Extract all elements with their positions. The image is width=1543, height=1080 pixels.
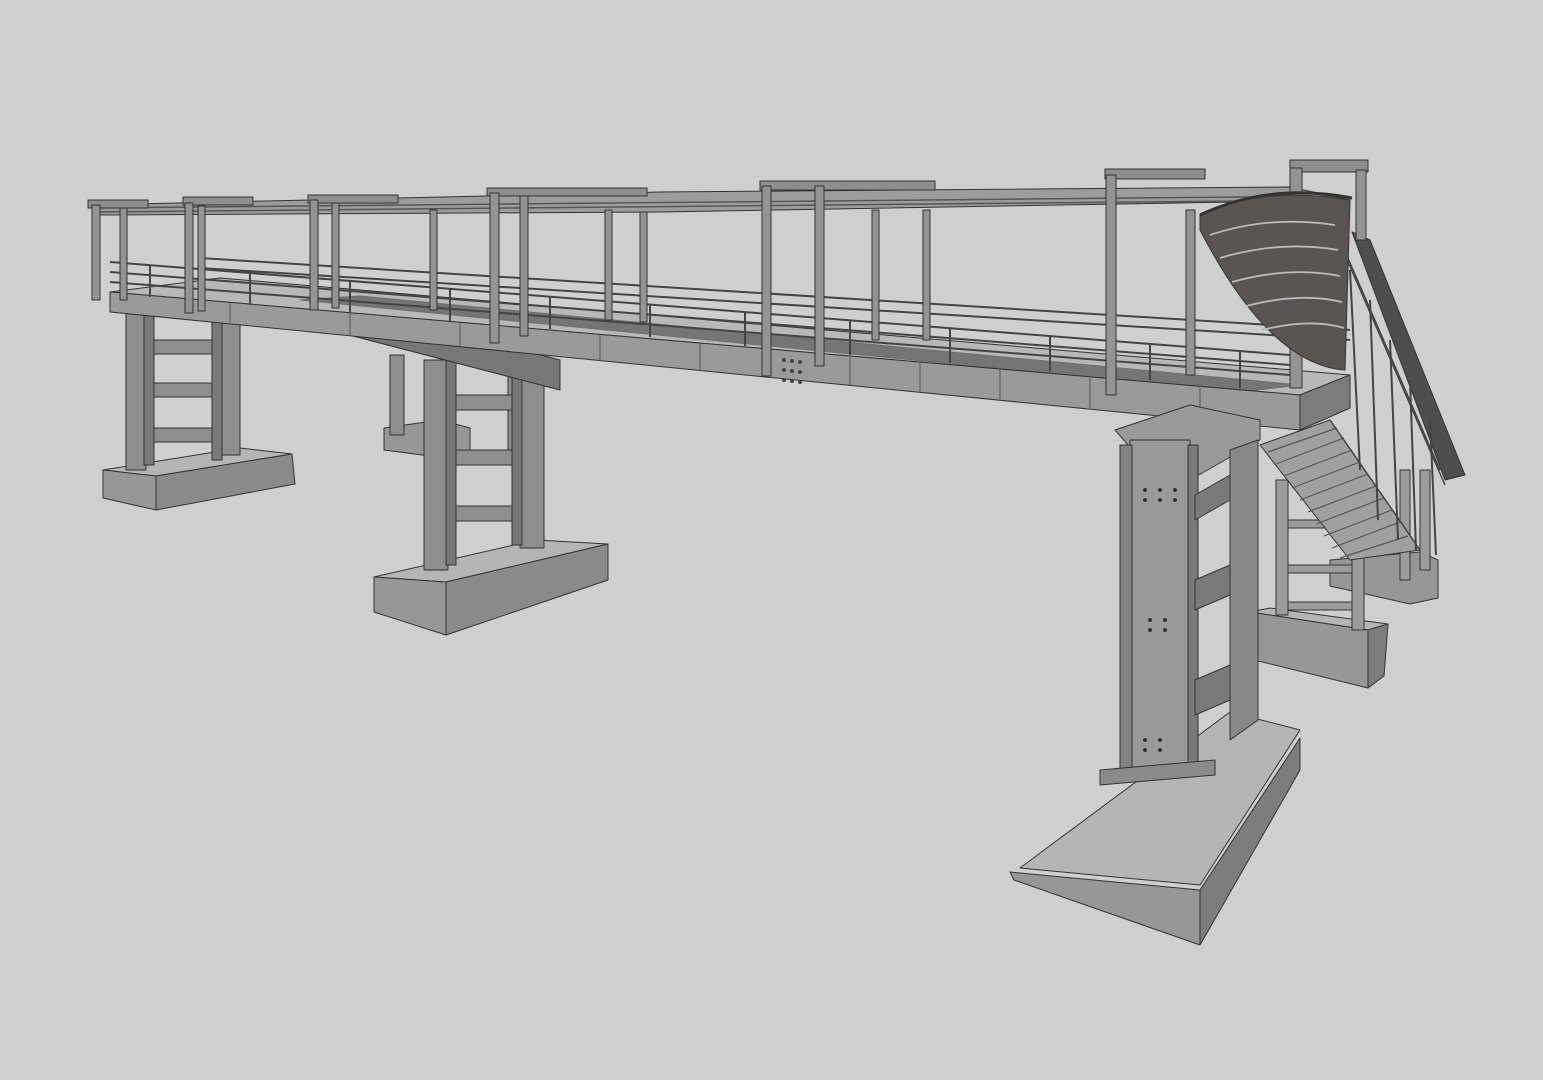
render-viewport (0, 0, 1543, 1080)
end-canopy (1199, 191, 1353, 371)
stair-canopy (1351, 231, 1466, 481)
pier-right (1009, 404, 1301, 946)
pier-left (102, 299, 296, 511)
footbridge-model (87, 159, 1466, 946)
